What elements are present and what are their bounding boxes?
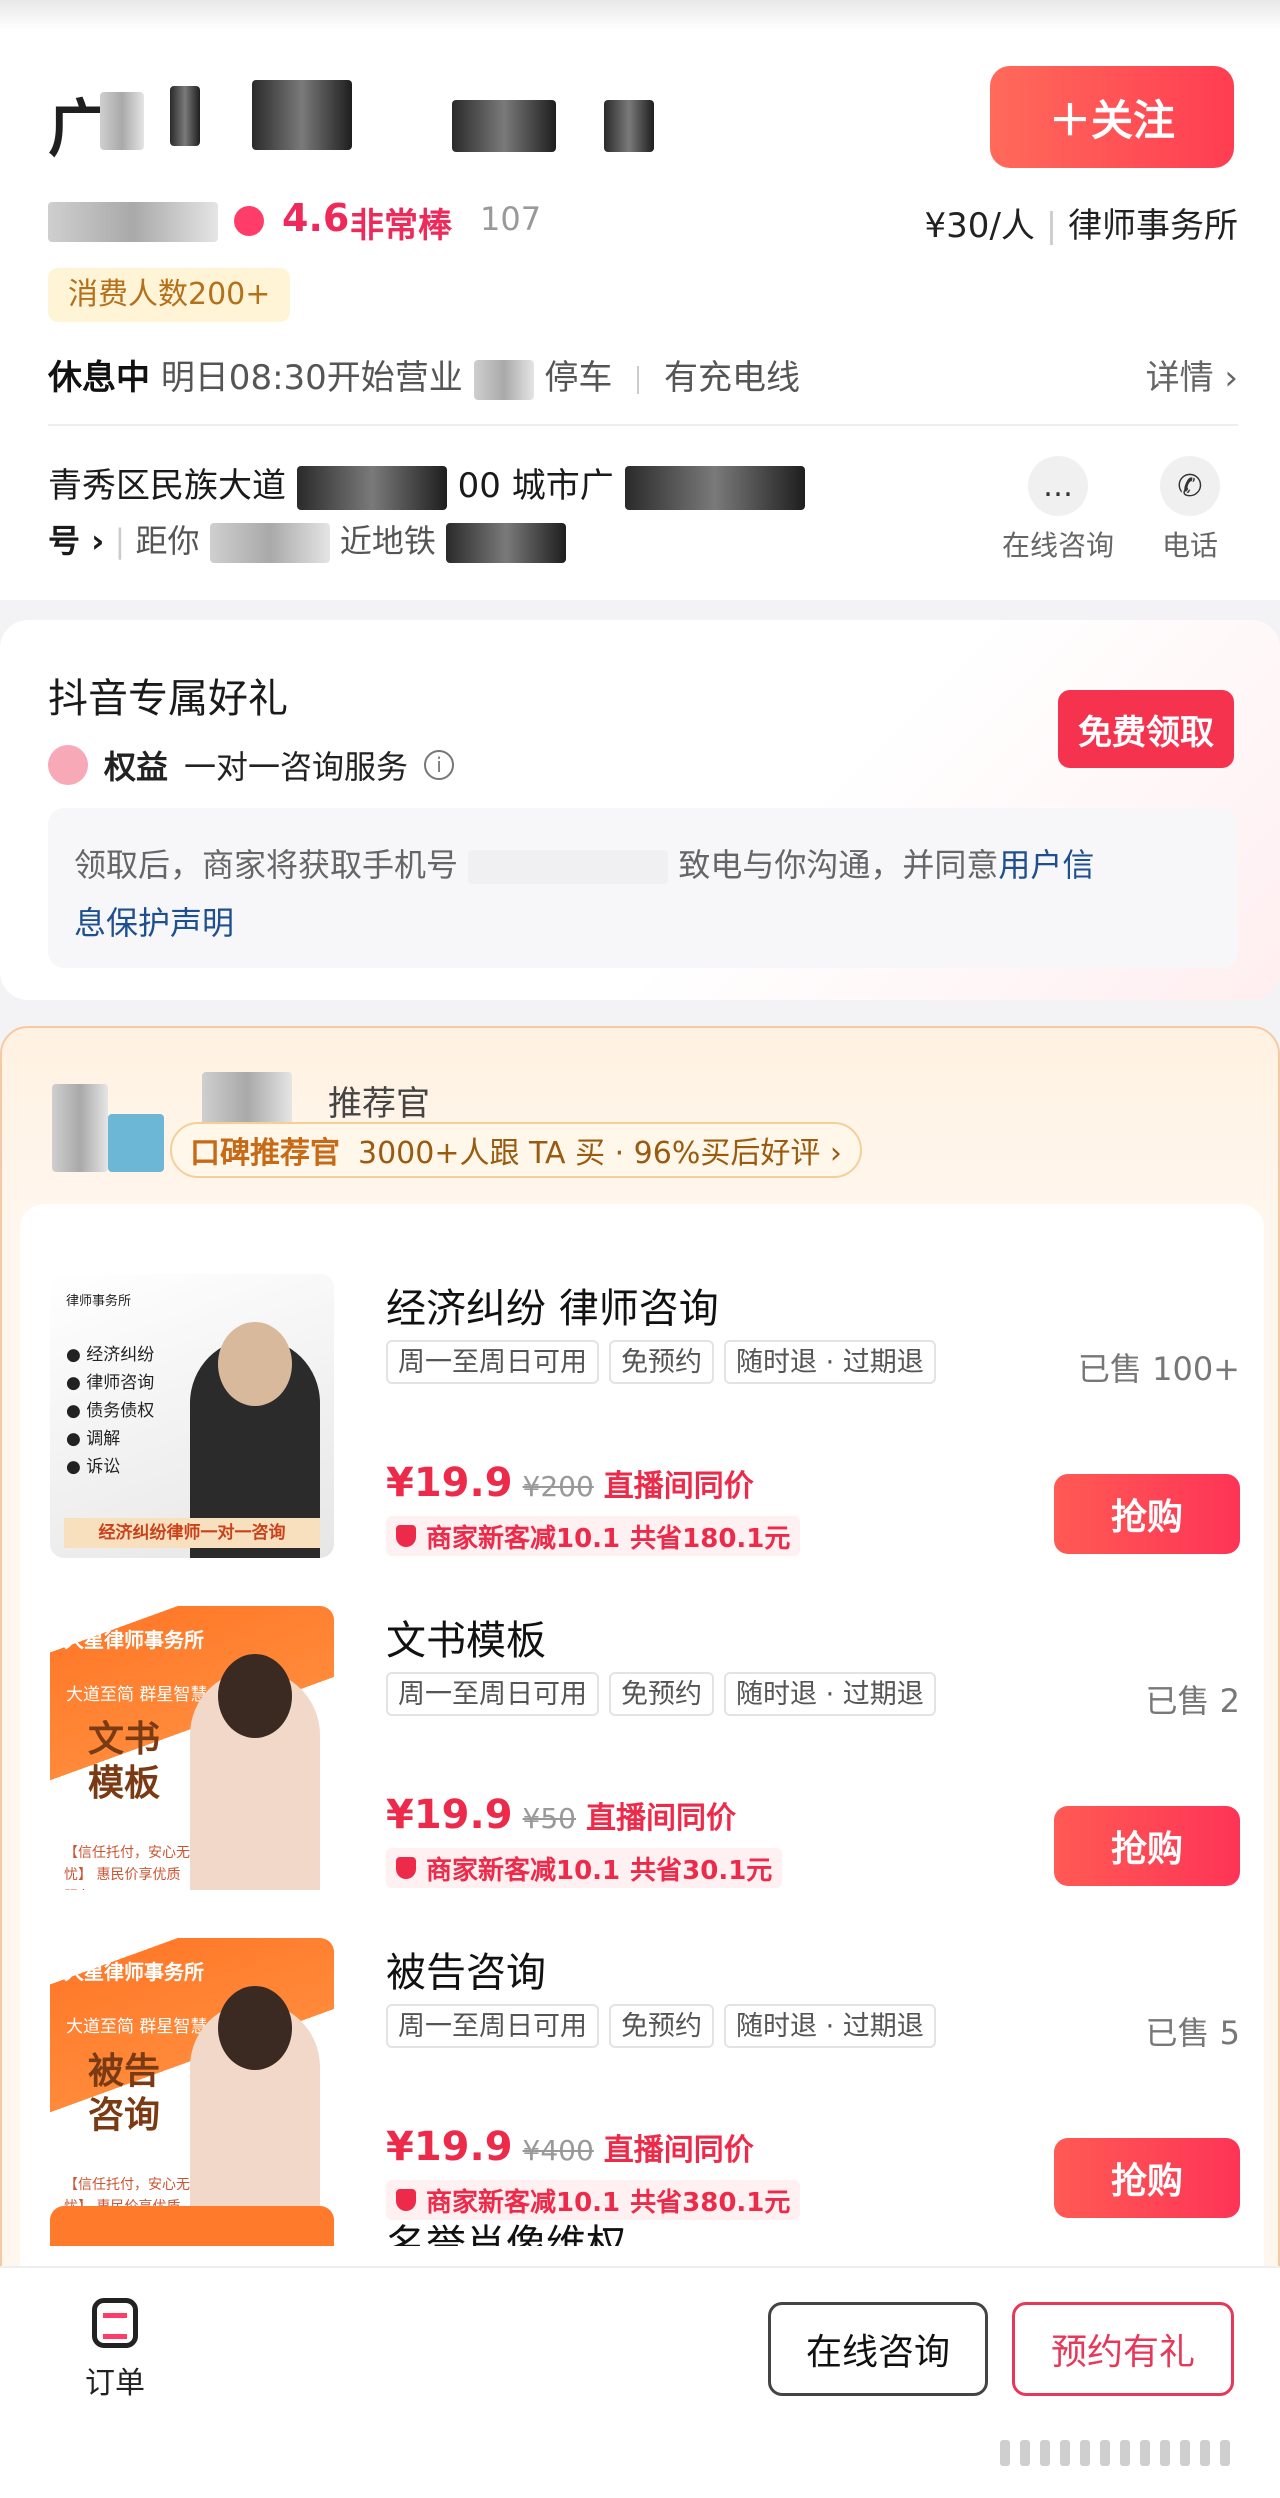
- recommend-section: 推荐官 口碑推荐官 3000+人跟 TA 买 · 96%买后好评 › 律师事务所…: [0, 1026, 1280, 2444]
- product-list: 律师事务所 ● 经济纠纷 ● 律师咨询 ● 债务债权 ● 调解 ● 诉讼 经济纠…: [20, 1204, 1264, 2444]
- redaction-block: [604, 100, 654, 152]
- details-link[interactable]: 详情 ›: [1146, 350, 1238, 399]
- claim-free-button[interactable]: 免费领取: [1058, 690, 1234, 768]
- order-list-icon: [92, 2298, 138, 2348]
- discount-flag-icon: [396, 1525, 416, 1547]
- redaction-block: [252, 80, 352, 150]
- online-consult-button[interactable]: 在线咨询: [768, 2302, 988, 2396]
- product-title: 经济纠纷 律师咨询: [386, 1286, 719, 1332]
- review-count: 107: [480, 200, 542, 238]
- redaction-block: [446, 523, 567, 563]
- redaction-block: [452, 100, 556, 152]
- sold-count: 已售 5: [1145, 2014, 1240, 2052]
- product-title: 文书模板: [386, 1618, 546, 1664]
- product-title: 名誉肖像维权: [386, 2222, 626, 2246]
- product-tags: 周一至周日可用 免预约 随时退 · 过期退: [386, 1672, 936, 1716]
- address-line[interactable]: 青秀区民族大道 00 城市广: [48, 458, 805, 510]
- gift-title: 抖音专属好礼: [48, 676, 288, 722]
- redaction-block: [473, 359, 534, 400]
- privacy-link[interactable]: 用户信: [998, 846, 1094, 884]
- contact-label: 电话: [1161, 529, 1218, 562]
- price-category: ¥30/人 | 律师事务所: [924, 206, 1238, 246]
- chat-bubble-icon: …: [1028, 456, 1088, 516]
- gift-notice: 领取后，商家将获取手机号 致电与你沟通，并同意用户信 息保护声明: [48, 808, 1238, 968]
- redaction-block: [296, 465, 447, 510]
- product-price: ¥19.9 ¥50 直播间同价: [386, 1792, 736, 1838]
- distance-line[interactable]: 号 › | 距你 近地铁: [48, 516, 567, 563]
- product-card[interactable]: 大星律师事务所 大道至简 群星智慧 被告咨询 【信任托付，安心无忧】 惠民价享优…: [50, 1938, 1240, 2228]
- product-tags: 周一至周日可用 免预约 随时退 · 过期退: [386, 1340, 936, 1384]
- product-thumbnail: 大星律师事务所 大道至简 群星智慧 被告咨询 【信任托付，安心无忧】 惠民价享优…: [50, 1938, 334, 2222]
- product-card[interactable]: 大星律师事务所 大道至简 群星智慧 文书模板 【信任托付，安心无忧】 惠民价享优…: [50, 1606, 1240, 1896]
- redaction-block: [624, 465, 805, 510]
- product-thumbnail: [50, 2206, 334, 2246]
- charging-info: 有充电线: [664, 358, 801, 398]
- follow-button[interactable]: ＋关注: [990, 66, 1234, 168]
- product-thumbnail: 律师事务所 ● 经济纠纷 ● 律师咨询 ● 债务债权 ● 调解 ● 诉讼 经济纠…: [50, 1274, 334, 1558]
- sold-count: 已售 100+: [1077, 1350, 1240, 1388]
- shop-header: 广 ＋关注 4.6 非常棒 107 ¥30/人 | 律师事务所 消费人数200+…: [0, 0, 1280, 600]
- phone-icon: ✆: [1160, 456, 1220, 516]
- divider: [48, 424, 1238, 426]
- top-strip: [0, 0, 1280, 30]
- orders-tab[interactable]: 订单: [70, 2298, 160, 2402]
- gift-card: 抖音专属好礼 免费领取 权益 一对一咨询服务 i 领取后，商家将获取手机号 致电…: [0, 620, 1280, 1000]
- parking-info: 停车: [544, 358, 613, 398]
- rating-row: 4.6 非常棒 107 ¥30/人 | 律师事务所: [48, 196, 1238, 246]
- redaction-block: [48, 202, 218, 242]
- benefit-value: 一对一咨询服务: [184, 748, 409, 786]
- redaction-block: [468, 850, 669, 884]
- discount-badge: 商家新客减10.1 共省180.1元: [386, 1516, 801, 1556]
- pill-key: 口碑推荐官: [190, 1136, 340, 1171]
- recommender-pill[interactable]: 口碑推荐官 3000+人跟 TA 买 · 96%买后好评 ›: [170, 1122, 862, 1178]
- product-title: 被告咨询: [386, 1950, 546, 1996]
- contact-label: 在线咨询: [1001, 529, 1114, 562]
- gift-benefit: 权益 一对一咨询服务 i: [48, 742, 455, 788]
- buy-button[interactable]: 抢购: [1054, 1474, 1240, 1554]
- orders-label: 订单: [85, 2366, 145, 2401]
- home-indicator: [1000, 2440, 1230, 2466]
- heart-rating-icon: [234, 206, 264, 236]
- product-price: ¥19.9 ¥200 直播间同价: [386, 1460, 754, 1506]
- separator: [637, 365, 640, 394]
- info-icon[interactable]: i: [424, 750, 455, 780]
- product-tags: 周一至周日可用 免预约 随时退 · 过期退: [386, 2004, 936, 2048]
- product-price: ¥19.9 ¥400 直播间同价: [386, 2124, 754, 2170]
- rating-text: 非常棒: [350, 206, 452, 246]
- status-text: 休息中: [48, 358, 150, 398]
- buy-button[interactable]: 抢购: [1054, 1806, 1240, 1886]
- benefit-icon: [48, 745, 88, 785]
- product-card[interactable]: 律师事务所 ● 经济纠纷 ● 律师咨询 ● 债务债权 ● 调解 ● 诉讼 经济纠…: [50, 1274, 1240, 1564]
- reserve-gift-button[interactable]: 预约有礼: [1012, 2302, 1234, 2396]
- recommend-subtitle: 推荐官: [328, 1084, 430, 1124]
- rating-score: 4.6: [282, 196, 350, 240]
- privacy-link[interactable]: 息保护声明: [74, 904, 234, 942]
- redaction-block: [209, 523, 330, 563]
- product-card-partial[interactable]: 名誉肖像维权: [50, 2206, 1240, 2246]
- redaction-block: [100, 92, 144, 150]
- product-thumbnail: 大星律师事务所 大道至简 群星智慧 文书模板 【信任托付，安心无忧】 惠民价享优…: [50, 1606, 334, 1890]
- business-status-row[interactable]: 休息中 明日08:30开始营业 停车 有充电线 详情 ›: [48, 350, 1238, 400]
- benefit-label: 权益: [104, 748, 169, 786]
- discount-flag-icon: [396, 1857, 416, 1879]
- redaction-block: [170, 86, 200, 146]
- online-consult-contact[interactable]: … 在线咨询: [998, 456, 1118, 564]
- sold-count: 已售 2: [1145, 1682, 1240, 1720]
- phone-contact[interactable]: ✆ 电话: [1140, 456, 1240, 564]
- pill-value: 3000+人跟 TA 买 · 96%买后好评 ›: [358, 1136, 842, 1171]
- hours-note: 明日08:30开始营业: [160, 358, 463, 398]
- discount-badge: 商家新客减10.1 共省30.1元: [386, 1848, 783, 1888]
- consumers-badge: 消费人数200+: [48, 268, 291, 322]
